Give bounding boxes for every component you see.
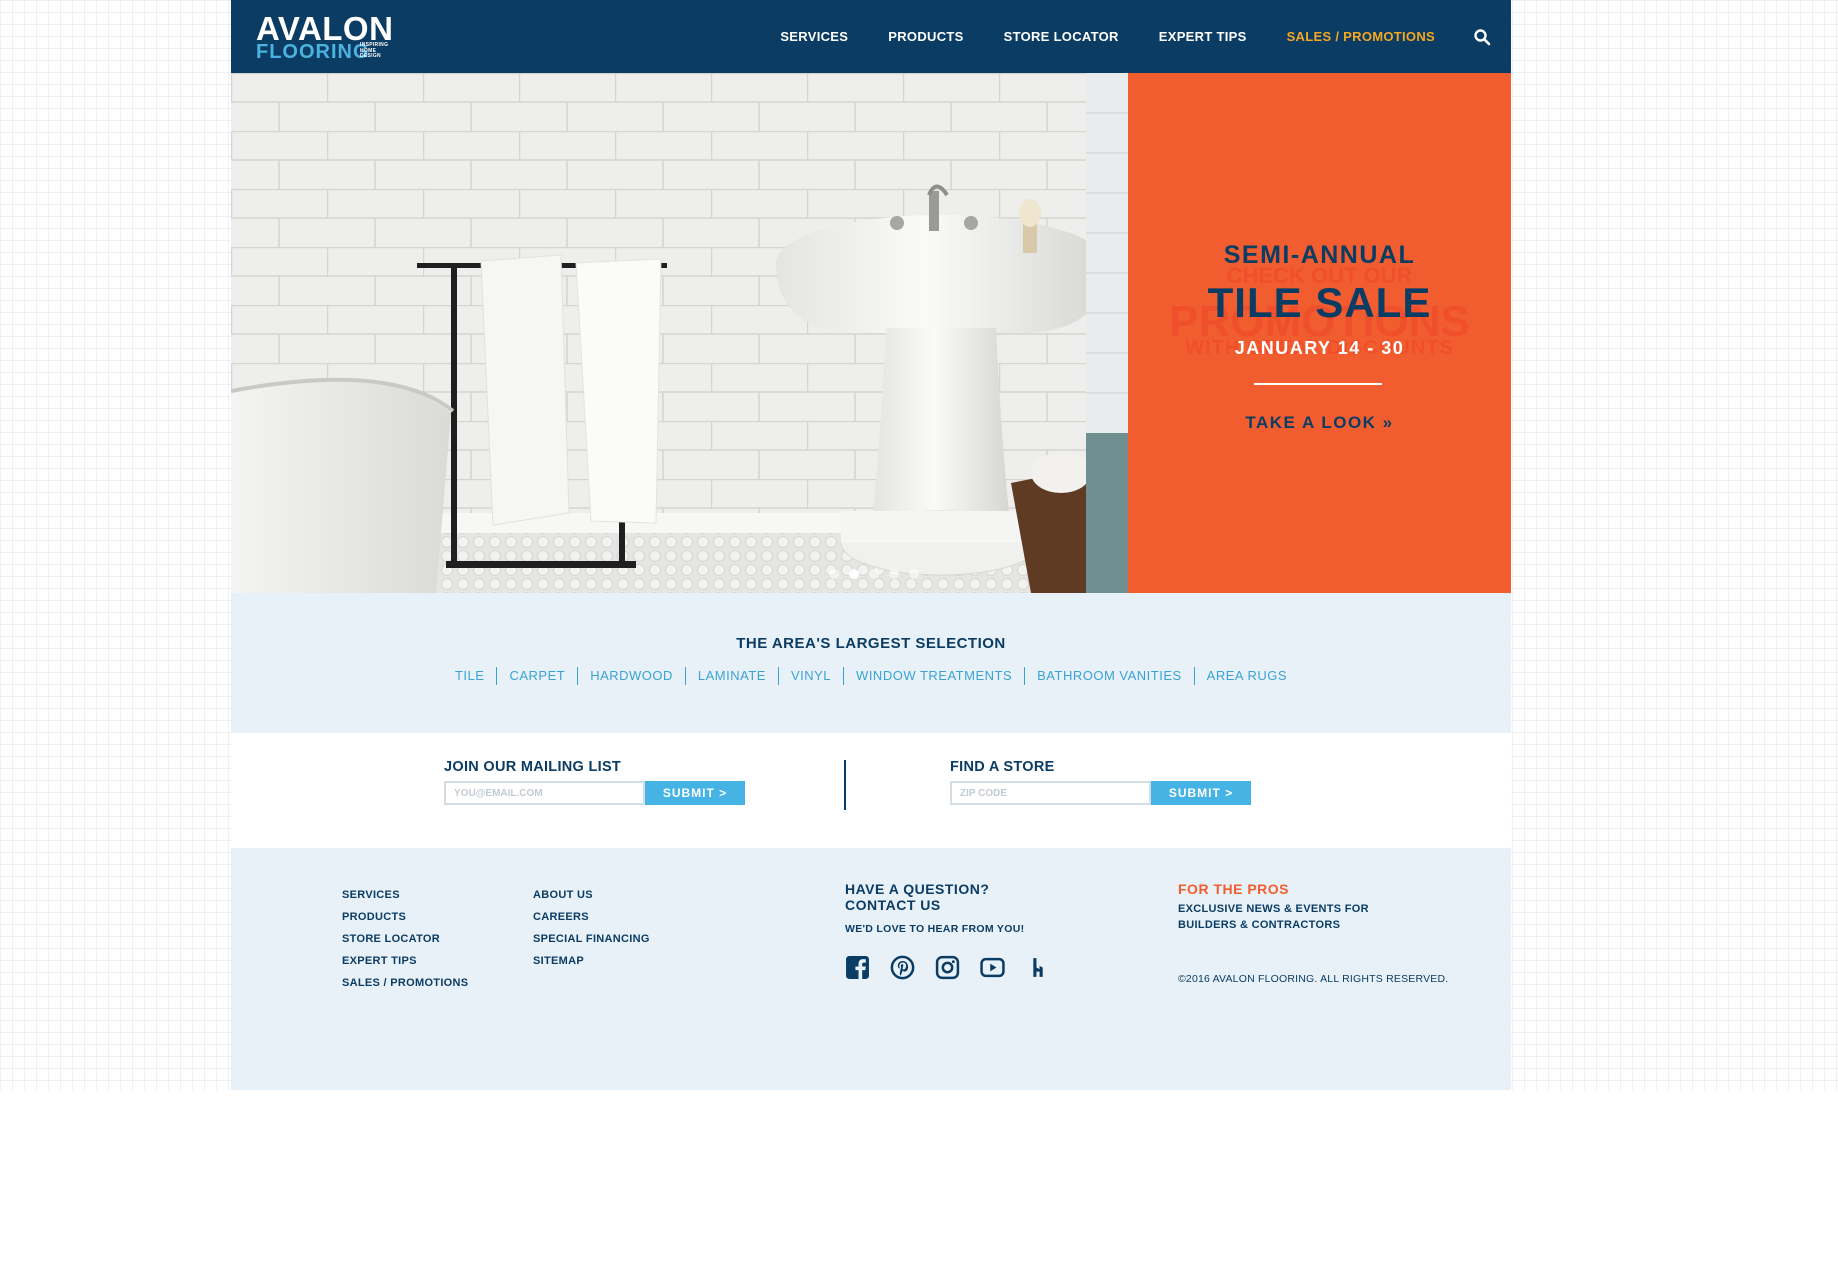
nav-sales-promotions[interactable]: SALES / PROMOTIONS <box>1287 29 1435 44</box>
youtube-icon[interactable] <box>980 955 1005 980</box>
footer-link-careers[interactable]: CAREERS <box>533 906 650 928</box>
footer-link-sales-promotions[interactable]: SALES / PROMOTIONS <box>342 972 468 994</box>
hero-window-image <box>1086 73 1128 593</box>
facebook-icon[interactable] <box>845 955 870 980</box>
footer-nav-secondary: ABOUT US CAREERS SPECIAL FINANCING SITEM… <box>533 884 650 972</box>
social-links <box>845 955 1070 980</box>
category-links: TILE CARPET HARDWOOD LAMINATE VINYL WIND… <box>231 667 1511 685</box>
category-link-laminate[interactable]: LAMINATE <box>684 667 778 685</box>
footer-link-about-us[interactable]: ABOUT US <box>533 884 650 906</box>
category-link-area-rugs[interactable]: AREA RUGS <box>1193 667 1299 685</box>
page: AVALON FLOORING INSPIRING HOME DESIGN SE… <box>231 0 1511 1090</box>
main-nav: SERVICES PRODUCTS STORE LOCATOR EXPERT T… <box>740 0 1491 73</box>
footer-link-sitemap[interactable]: SITEMAP <box>533 950 650 972</box>
mailing-submit-button[interactable]: SUBMIT > <box>645 781 745 805</box>
store-submit-button[interactable]: SUBMIT > <box>1151 781 1251 805</box>
selection-section: THE AREA'S LARGEST SELECTION TILE CARPET… <box>231 593 1511 733</box>
logo[interactable]: AVALON FLOORING INSPIRING HOME DESIGN <box>256 12 406 63</box>
promo-line-1: SEMI-ANNUAL <box>1223 241 1416 269</box>
footer-link-store-locator[interactable]: STORE LOCATOR <box>342 928 468 950</box>
find-store-form: FIND A STORE SUBMIT > <box>950 759 1251 805</box>
mailing-list-form: JOIN OUR MAILING LIST SUBMIT > <box>444 759 745 805</box>
houzz-icon[interactable] <box>1025 955 1050 980</box>
promo-panel[interactable]: CHECK OUT OUR PROMOTIONS WITH GREAT DISC… <box>1128 73 1511 593</box>
nav-expert-tips[interactable]: EXPERT TIPS <box>1159 29 1247 44</box>
pros-title-link[interactable]: FOR THE PROS <box>1178 881 1448 897</box>
page-background-bottom <box>0 1090 1838 1280</box>
carousel-dot[interactable] <box>909 569 919 579</box>
footer-link-services[interactable]: SERVICES <box>342 884 468 906</box>
category-link-carpet[interactable]: CARPET <box>496 667 577 685</box>
category-link-hardwood[interactable]: HARDWOOD <box>577 667 685 685</box>
email-field[interactable] <box>444 781 645 805</box>
logo-tagline: INSPIRING HOME DESIGN <box>360 42 388 60</box>
selection-title: THE AREA'S LARGEST SELECTION <box>736 635 1006 652</box>
copyright-text: ©2016 AVALON FLOORING. ALL RIGHTS RESERV… <box>1178 973 1449 985</box>
contact-question: HAVE A QUESTION? <box>845 881 990 897</box>
promo-headline: TILE SALE <box>1207 279 1432 326</box>
category-link-vinyl[interactable]: VINYL <box>777 667 843 685</box>
nav-products[interactable]: PRODUCTS <box>888 29 963 44</box>
pros-block: FOR THE PROS EXCLUSIVE NEWS & EVENTS FOR… <box>1178 881 1448 985</box>
find-store-title: FIND A STORE <box>950 759 1055 775</box>
carousel-dot[interactable] <box>849 569 859 579</box>
forms-divider <box>844 760 846 810</box>
category-link-tile[interactable]: TILE <box>443 667 496 685</box>
search-icon[interactable] <box>1473 28 1491 46</box>
carousel-dot[interactable] <box>829 569 839 579</box>
footer-link-products[interactable]: PRODUCTS <box>342 906 468 928</box>
contact-us-link[interactable]: CONTACT US <box>845 897 1070 913</box>
footer-link-expert-tips[interactable]: EXPERT TIPS <box>342 950 468 972</box>
pros-description: EXCLUSIVE NEWS & EVENTS FOR BUILDERS & C… <box>1178 903 1369 931</box>
signup-section: JOIN OUR MAILING LIST SUBMIT > FIND A ST… <box>231 733 1511 848</box>
promo-divider <box>1254 383 1382 385</box>
mailing-list-title: JOIN OUR MAILING LIST <box>444 759 622 775</box>
footer-nav-primary: SERVICES PRODUCTS STORE LOCATOR EXPERT T… <box>342 884 468 994</box>
carousel-dot[interactable] <box>889 569 899 579</box>
site-header: AVALON FLOORING INSPIRING HOME DESIGN SE… <box>231 0 1511 73</box>
contact-block: HAVE A QUESTION? CONTACT US WE'D LOVE TO… <box>845 881 1070 980</box>
nav-services[interactable]: SERVICES <box>780 29 848 44</box>
carousel-dots <box>829 569 929 579</box>
zip-code-field[interactable] <box>950 781 1151 805</box>
instagram-icon[interactable] <box>935 955 960 980</box>
site-footer: SERVICES PRODUCTS STORE LOCATOR EXPERT T… <box>231 848 1511 1090</box>
promo-dates: JANUARY 14 - 30 <box>1234 338 1405 358</box>
category-link-window-treatments[interactable]: WINDOW TREATMENTS <box>843 667 1024 685</box>
carousel-dot[interactable] <box>869 569 879 579</box>
hero-carousel: CHECK OUT OUR PROMOTIONS WITH GREAT DISC… <box>231 73 1511 593</box>
nav-store-locator[interactable]: STORE LOCATOR <box>1004 29 1119 44</box>
hero-bathroom-image <box>231 73 1086 593</box>
promo-cta-link[interactable]: TAKE A LOOK » <box>1128 413 1511 433</box>
category-link-bathroom-vanities[interactable]: BATHROOM VANITIES <box>1024 667 1194 685</box>
logo-sub: FLOORING <box>256 41 370 63</box>
footer-link-special-financing[interactable]: SPECIAL FINANCING <box>533 928 650 950</box>
pinterest-icon[interactable] <box>890 955 915 980</box>
contact-subtitle: WE'D LOVE TO HEAR FROM YOU! <box>845 923 1025 935</box>
logo-tagline-line: DESIGN <box>360 53 381 59</box>
